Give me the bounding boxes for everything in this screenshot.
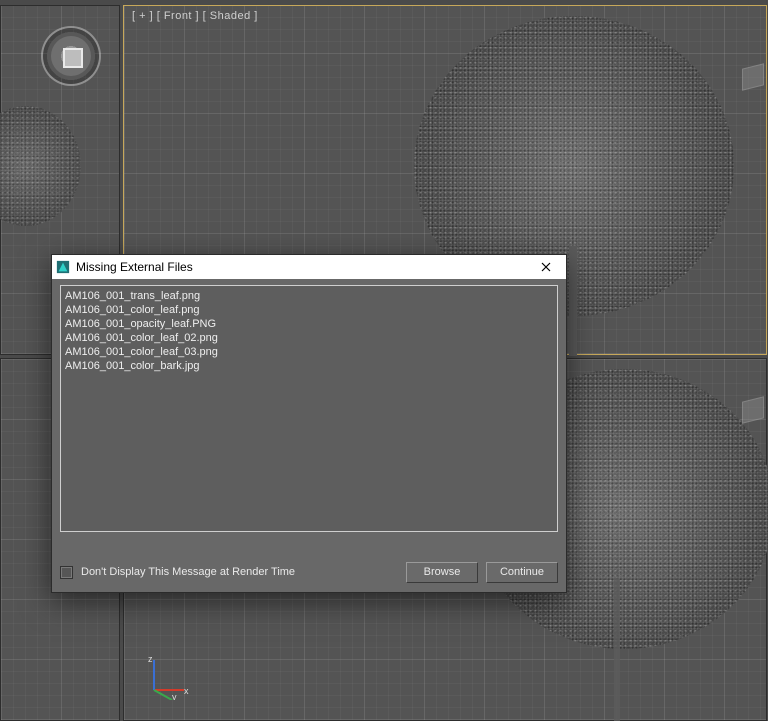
scene-helper-icon xyxy=(742,396,764,423)
missing-files-listbox[interactable]: AM106_001_trans_leaf.pngAM106_001_color_… xyxy=(60,285,558,532)
missing-file-row[interactable]: AM106_001_color_leaf_03.png xyxy=(65,345,553,359)
svg-text:y: y xyxy=(172,692,177,700)
close-button[interactable] xyxy=(526,255,566,279)
svg-text:x: x xyxy=(184,686,189,696)
viewcube-icon[interactable] xyxy=(43,28,99,84)
missing-file-row[interactable]: AM106_001_color_bark.jpg xyxy=(65,359,553,373)
missing-file-row[interactable]: AM106_001_color_leaf_02.png xyxy=(65,331,553,345)
svg-text:z: z xyxy=(148,654,153,664)
axis-gizmo-icon: x z y xyxy=(144,654,190,700)
missing-file-row[interactable]: AM106_001_trans_leaf.png xyxy=(65,289,553,303)
dont-display-checkbox[interactable] xyxy=(60,566,73,579)
dialog-bottom-bar: Don't Display This Message at Render Tim… xyxy=(60,560,558,584)
scene-helper-icon xyxy=(742,63,764,90)
continue-button[interactable]: Continue xyxy=(486,562,558,583)
dialog-title: Missing External Files xyxy=(76,260,193,274)
dont-display-label: Don't Display This Message at Render Tim… xyxy=(81,566,295,578)
scene-geometry xyxy=(614,579,620,721)
scene-geometry xyxy=(569,246,577,356)
dialog-titlebar[interactable]: Missing External Files xyxy=(52,255,566,279)
app-icon xyxy=(56,260,70,274)
browse-button[interactable]: Browse xyxy=(406,562,478,583)
scene-geometry xyxy=(0,106,81,226)
viewport-label[interactable]: [ + ] [ Front ] [ Shaded ] xyxy=(132,10,258,22)
missing-file-row[interactable]: AM106_001_color_leaf.png xyxy=(65,303,553,317)
missing-external-files-dialog: Missing External Files AM106_001_trans_l… xyxy=(51,254,567,593)
close-icon xyxy=(541,262,551,272)
missing-file-row[interactable]: AM106_001_opacity_leaf.PNG xyxy=(65,317,553,331)
